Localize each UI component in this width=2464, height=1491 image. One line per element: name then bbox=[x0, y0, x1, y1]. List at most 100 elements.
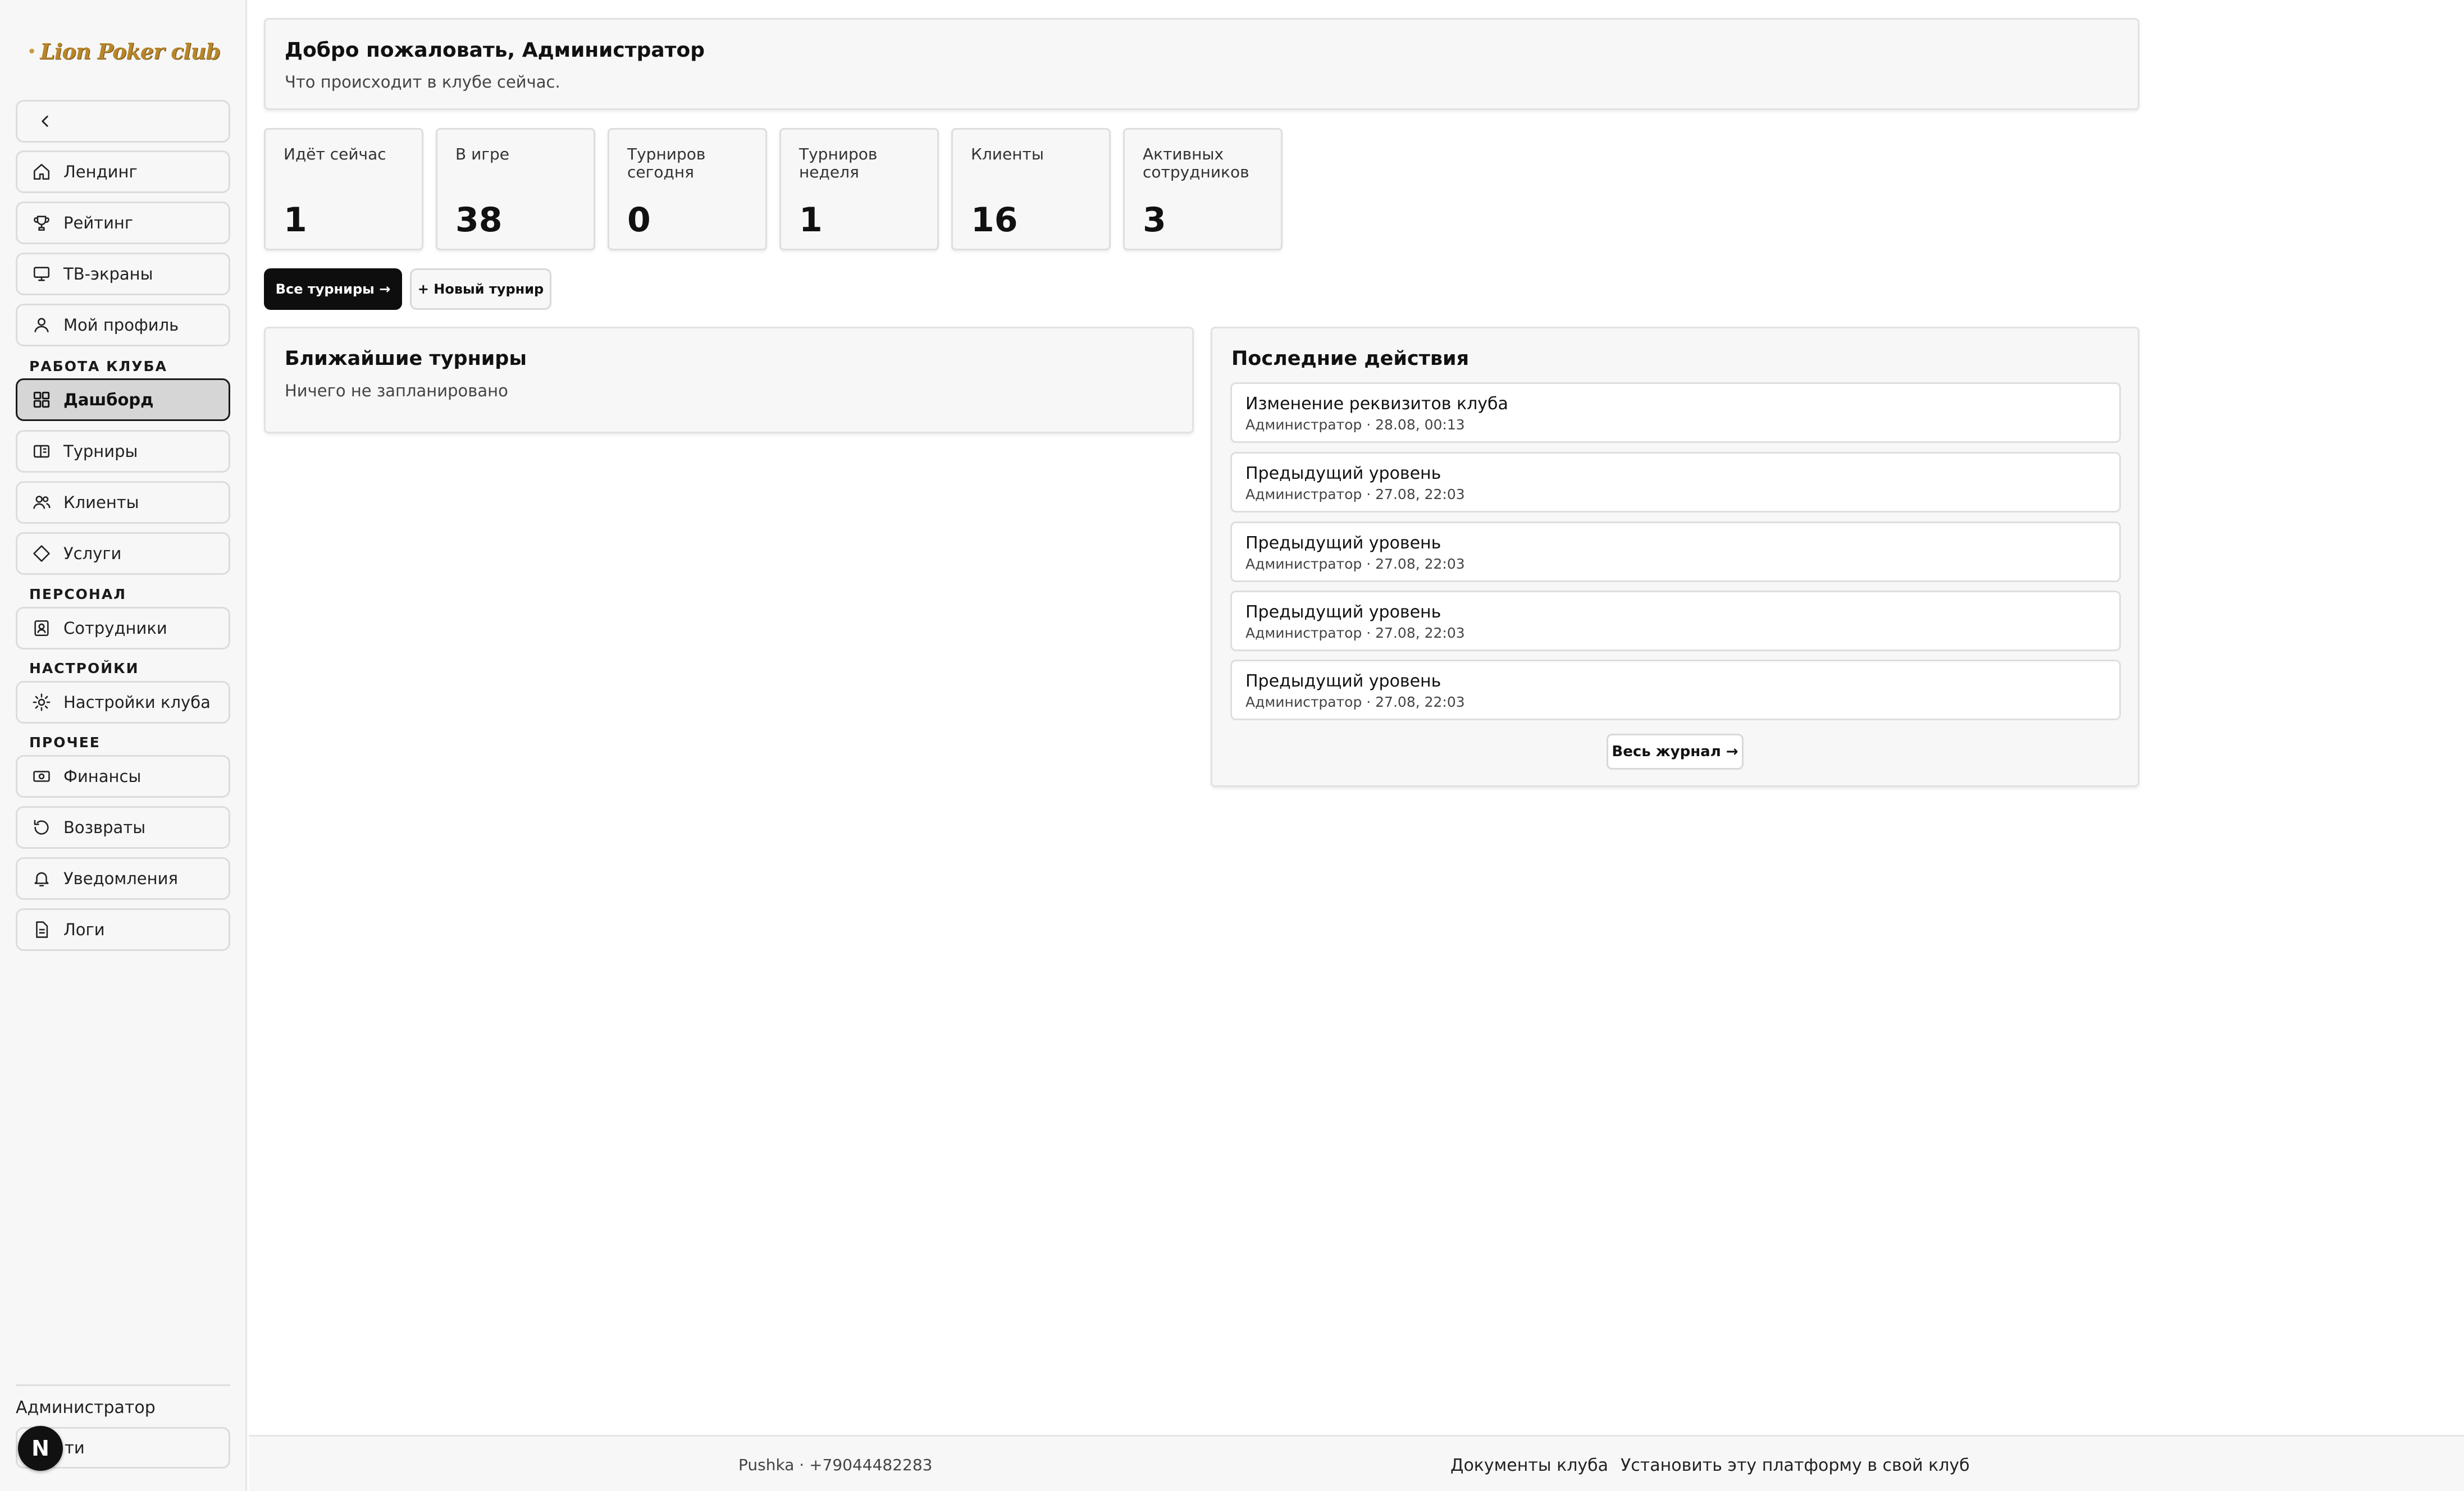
stat-label: Активных сотрудников bbox=[1143, 145, 1249, 181]
sidebar-item-notifications[interactable]: Уведомления bbox=[16, 857, 230, 900]
stat-card-running-now: Идёт сейчас 1 bbox=[264, 128, 423, 250]
sidebar-item-label: Логи bbox=[63, 920, 105, 939]
sidebar-item-landing[interactable]: Лендинг bbox=[16, 150, 230, 193]
sidebar-item-clients[interactable]: Клиенты bbox=[16, 481, 230, 524]
page-title: Добро пожаловать, Администратор bbox=[285, 39, 705, 62]
sidebar-item-label: Услуги bbox=[63, 544, 122, 563]
banknote-icon bbox=[33, 771, 50, 782]
sidebar-item-label: Настройки клуба bbox=[63, 693, 211, 712]
activity-item[interactable]: Предыдущий уровень Администратор · 27.08… bbox=[1230, 522, 2121, 582]
recent-title: Последние действия bbox=[1231, 347, 1470, 370]
activity-meta: Администратор · 27.08, 22:03 bbox=[1245, 694, 1465, 710]
sidebar-item-refunds[interactable]: Возвраты bbox=[16, 806, 230, 849]
sidebar-item-employees[interactable]: Сотрудники bbox=[16, 607, 230, 650]
activity-meta: Администратор · 27.08, 22:03 bbox=[1245, 486, 1465, 502]
sidebar-item-logs[interactable]: Логи bbox=[16, 908, 230, 951]
refund-icon bbox=[34, 820, 49, 835]
section-label-staff: ПЕРСОНАЛ bbox=[29, 586, 126, 602]
sidebar-item-label: Сотрудники bbox=[63, 619, 167, 638]
activity-title: Предыдущий уровень bbox=[1245, 464, 1441, 483]
recent-actions-card: Последние действия Изменение реквизитов … bbox=[1211, 327, 2139, 787]
activity-item[interactable]: Предыдущий уровень Администратор · 27.08… bbox=[1230, 660, 2121, 720]
activity-title: Предыдущий уровень bbox=[1245, 602, 1441, 622]
stat-label: Турниров сегодня bbox=[627, 145, 706, 181]
full-log-button[interactable]: Весь журнал → bbox=[1607, 734, 1744, 770]
stat-value: 1 bbox=[799, 200, 823, 240]
stat-label: Турниров неделя bbox=[799, 145, 878, 181]
n-badge-button[interactable]: N bbox=[18, 1426, 63, 1471]
user-icon bbox=[34, 318, 49, 332]
stat-card-tournaments-today: Турниров сегодня 0 bbox=[608, 128, 767, 250]
sidebar-item-my-profile[interactable]: Мой профиль bbox=[16, 304, 230, 346]
sidebar-item-label: Мой профиль bbox=[63, 315, 179, 335]
stat-label: Идёт сейчас bbox=[284, 145, 386, 163]
brand-logo[interactable]: Lion Poker club bbox=[29, 27, 221, 75]
sidebar-item-label: ТВ-экраны bbox=[63, 264, 153, 283]
stat-card-in-game: В игре 38 bbox=[436, 128, 595, 250]
stat-value: 16 bbox=[971, 200, 1018, 240]
sidebar-item-label: Уведомления bbox=[63, 869, 178, 888]
stat-card-tournaments-week: Турниров неделя 1 bbox=[779, 128, 939, 250]
sidebar-item-club-settings[interactable]: Настройки клуба bbox=[16, 681, 230, 724]
sidebar: Lion Poker club Лендинг Рейтинг ТВ-экран… bbox=[0, 0, 247, 1491]
diamond-icon bbox=[33, 545, 50, 562]
page-subtitle: Что происходит в клубе сейчас. bbox=[285, 72, 560, 92]
footer: Pushka · +79044482283 Документы клуба Ус… bbox=[249, 1435, 2464, 1491]
footer-contact: Pushka · +79044482283 bbox=[738, 1456, 933, 1474]
stat-card-clients: Клиенты 16 bbox=[951, 128, 1111, 250]
sidebar-collapse-button[interactable] bbox=[16, 100, 230, 143]
stat-value: 0 bbox=[627, 200, 651, 240]
activity-title: Предыдущий уровень bbox=[1245, 671, 1441, 691]
sidebar-item-dashboard[interactable]: Дашборд bbox=[16, 378, 230, 421]
sun-gear-icon bbox=[33, 693, 51, 711]
sidebar-item-label: Клиенты bbox=[63, 493, 139, 512]
sidebar-item-label: Турниры bbox=[63, 442, 138, 461]
activity-item[interactable]: Предыдущий уровень Администратор · 27.08… bbox=[1230, 591, 2121, 651]
monitor-icon bbox=[33, 267, 50, 281]
stat-label: В игре bbox=[455, 145, 510, 163]
file-icon bbox=[36, 921, 48, 938]
stat-value: 1 bbox=[284, 200, 307, 240]
activity-item[interactable]: Изменение реквизитов клуба Администратор… bbox=[1230, 382, 2121, 443]
upcoming-empty-text: Ничего не запланировано bbox=[285, 381, 508, 400]
sidebar-item-label: Дашборд bbox=[63, 390, 154, 409]
section-label-club-work: РАБОТА КЛУБА bbox=[29, 358, 167, 374]
activity-meta: Администратор · 27.08, 22:03 bbox=[1245, 556, 1465, 572]
welcome-card: Добро пожаловать, Администратор Что прои… bbox=[264, 18, 2139, 110]
grid-icon bbox=[33, 391, 50, 408]
activity-title: Изменение реквизитов клуба bbox=[1245, 394, 1508, 414]
sidebar-item-label: Рейтинг bbox=[63, 213, 134, 232]
sidebar-item-tv-screens[interactable]: ТВ-экраны bbox=[16, 253, 230, 295]
stat-value: 38 bbox=[455, 200, 503, 240]
trophy-icon bbox=[34, 216, 49, 231]
app-root: Lion Poker club Лендинг Рейтинг ТВ-экран… bbox=[0, 0, 2464, 1491]
upcoming-tournaments-card: Ближайшие турниры Ничего не запланирован… bbox=[264, 327, 1194, 433]
badge-icon bbox=[34, 620, 49, 637]
sidebar-item-rating[interactable]: Рейтинг bbox=[16, 202, 230, 244]
section-label-other: ПРОЧЕЕ bbox=[29, 734, 101, 751]
sidebar-item-label: Лендинг bbox=[63, 162, 138, 181]
stat-card-active-staff: Активных сотрудников 3 bbox=[1123, 128, 1283, 250]
activity-meta: Администратор · 28.08, 00:13 bbox=[1245, 417, 1465, 433]
chevron-left-icon bbox=[42, 116, 48, 127]
all-tournaments-button[interactable]: Все турниры → bbox=[264, 268, 402, 310]
sidebar-item-tournaments[interactable]: Турниры bbox=[16, 430, 230, 473]
stat-value: 3 bbox=[1143, 200, 1166, 240]
sidebar-item-label: Возвраты bbox=[63, 818, 146, 837]
upcoming-title: Ближайшие турниры bbox=[285, 347, 527, 370]
sidebar-item-services[interactable]: Услуги bbox=[16, 532, 230, 575]
sidebar-item-finance[interactable]: Финансы bbox=[16, 755, 230, 798]
users-icon bbox=[33, 496, 51, 509]
section-label-settings: НАСТРОЙКИ bbox=[29, 660, 139, 676]
footer-install-link[interactable]: Установить эту платформу в свой клуб bbox=[1621, 1456, 1970, 1475]
activity-item[interactable]: Предыдущий уровень Администратор · 27.08… bbox=[1230, 452, 2121, 513]
sidebar-item-label: Финансы bbox=[63, 767, 142, 786]
new-tournament-button[interactable]: + Новый турнир bbox=[410, 268, 551, 310]
activity-meta: Администратор · 27.08, 22:03 bbox=[1245, 625, 1465, 641]
home-icon bbox=[33, 163, 50, 180]
footer-docs-link[interactable]: Документы клуба bbox=[1450, 1456, 1608, 1475]
logo-text: Lion Poker club bbox=[40, 38, 221, 64]
sidebar-divider bbox=[16, 1384, 230, 1386]
logout-label: ти bbox=[65, 1438, 85, 1457]
activity-title: Предыдущий уровень bbox=[1245, 533, 1441, 553]
